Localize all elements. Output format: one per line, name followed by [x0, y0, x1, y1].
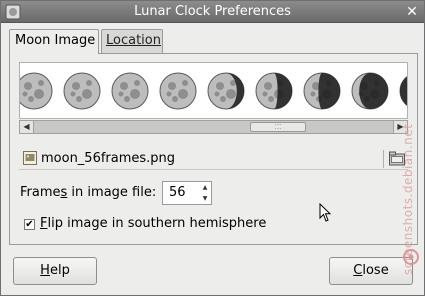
frames-input[interactable] — [169, 184, 197, 202]
frames-label: Frames in image file: — [20, 185, 157, 200]
title-bar[interactable]: Lunar Clock Preferences ✕ — [1, 1, 424, 23]
tab-moon-image-label: Moon Image — [15, 33, 96, 48]
image-file-name: moon_56frames.png — [41, 151, 176, 166]
horizontal-scrollbar[interactable]: ◀ ⁚⁚⁚ ▶ — [19, 120, 408, 134]
moon-image-panel: ◀ ⁚⁚⁚ ▶ moon_56frames.png Frames in imag… — [9, 53, 418, 245]
help-button[interactable]: Help — [13, 257, 97, 285]
moon-frame — [111, 72, 149, 110]
frames-spinbutton[interactable]: ▲ ▼ — [162, 181, 212, 205]
moon-frame — [159, 72, 197, 110]
flip-image-checkbox[interactable]: ✔ — [24, 219, 35, 230]
flip-image-label[interactable]: Flip image in southern hemisphere — [40, 215, 266, 233]
watermark-text: screenshots.debian.net — [401, 123, 415, 275]
image-file-chooser[interactable]: moon_56frames.png — [19, 148, 408, 170]
moon-frame — [20, 72, 53, 110]
moon-frames-view — [19, 62, 408, 119]
app-icon — [5, 4, 21, 20]
window-title: Lunar Clock Preferences — [134, 4, 291, 19]
spin-down-arrow-icon[interactable]: ▼ — [199, 193, 211, 204]
moon-frame — [207, 72, 245, 110]
spin-up-arrow-icon[interactable]: ▲ — [199, 182, 211, 193]
moon-frame — [63, 72, 101, 110]
debian-swirl-icon — [403, 249, 419, 265]
preferences-window: Lunar Clock Preferences ✕ Moon Image Loc… — [0, 0, 425, 296]
scrollbar-thumb[interactable]: ⁚⁚⁚ — [250, 122, 306, 132]
tab-moon-image[interactable]: Moon Image — [9, 29, 99, 54]
file-chooser-separator — [383, 150, 384, 168]
scroll-left-arrow-icon[interactable]: ◀ — [20, 121, 34, 133]
moon-frame — [303, 72, 341, 110]
moon-frame — [351, 72, 389, 110]
moon-frames-strip — [20, 72, 407, 110]
mouse-pointer-icon — [319, 203, 332, 222]
moon-frame — [255, 72, 293, 110]
image-file-icon — [23, 151, 37, 165]
tab-location-label: Location — [106, 33, 161, 48]
tab-location[interactable]: Location — [101, 29, 163, 53]
close-window-button[interactable]: ✕ — [404, 4, 420, 20]
